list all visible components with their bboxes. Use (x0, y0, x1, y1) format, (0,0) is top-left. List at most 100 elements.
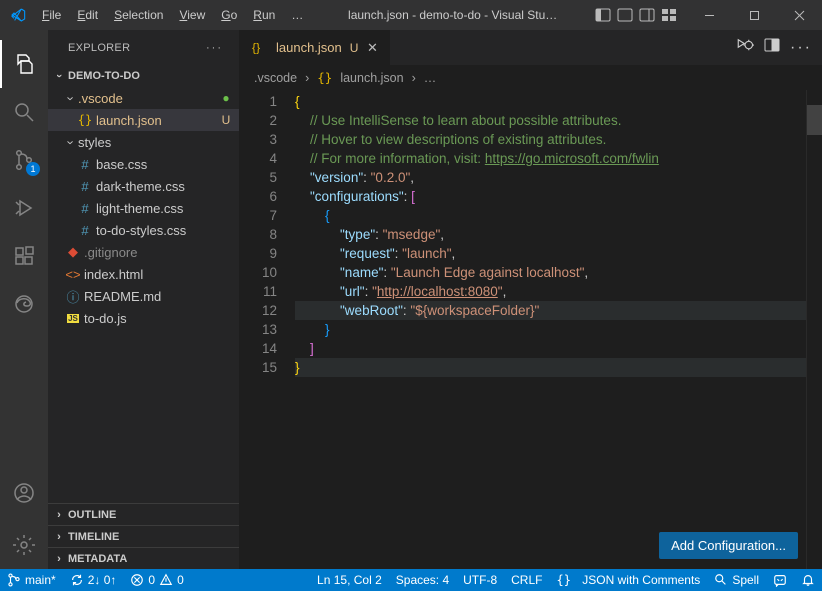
chevron-right-icon: › (52, 553, 66, 565)
menu-run[interactable]: Run (246, 4, 282, 26)
file-light-theme-css[interactable]: #light-theme.css (48, 197, 239, 219)
menu-…[interactable]: … (284, 4, 310, 26)
chevron-right-icon: › (52, 509, 66, 521)
status-indent[interactable]: Spaces: 4 (389, 569, 456, 591)
menu-selection[interactable]: Selection (107, 4, 170, 26)
breadcrumb[interactable]: .vscode › {} launch.json › … (240, 65, 822, 90)
tree-item-label: styles (78, 135, 233, 150)
folder--vscode[interactable]: ›.vscode● (48, 87, 239, 109)
layout-grid-icon[interactable] (661, 7, 677, 23)
tabs-bar: {} launch.json U ✕ ··· (240, 30, 822, 65)
activity-edge-icon[interactable] (0, 280, 48, 328)
close-icon[interactable]: ✕ (364, 40, 380, 56)
js-icon: JS (64, 314, 82, 323)
editor-group: {} launch.json U ✕ ··· .vscode › {} laun… (240, 30, 822, 569)
menu-view[interactable]: View (172, 4, 212, 26)
menu-file[interactable]: File (35, 4, 68, 26)
activity-extensions-icon[interactable] (0, 232, 48, 280)
json-file-icon: {} (250, 40, 268, 55)
status-cursor[interactable]: Ln 15, Col 2 (310, 569, 389, 591)
editor-more-icon[interactable]: ··· (790, 39, 812, 57)
file-base-css[interactable]: #base.css (48, 153, 239, 175)
status-bell-icon[interactable] (794, 569, 822, 591)
titlebar: FileEditSelectionViewGoRun… launch.json … (0, 0, 822, 30)
file-index-html[interactable]: <>index.html (48, 263, 239, 285)
split-editor-icon[interactable] (764, 37, 780, 58)
folder-styles[interactable]: ›styles (48, 131, 239, 153)
section-metadata[interactable]: ›METADATA (48, 547, 239, 569)
panel-right-off-icon[interactable] (639, 7, 655, 23)
section-outline[interactable]: ›OUTLINE (48, 503, 239, 525)
status-encoding[interactable]: UTF-8 (456, 569, 504, 591)
run-debug-icon[interactable] (736, 37, 754, 58)
hash-icon: # (76, 223, 94, 238)
tree-item-label: .gitignore (84, 245, 233, 260)
minimap[interactable] (806, 90, 822, 569)
status-eol[interactable]: CRLF (504, 569, 549, 591)
activity-account-icon[interactable] (0, 469, 48, 517)
tree-item-label: launch.json (96, 113, 215, 128)
file--gitignore[interactable]: ◆.gitignore (48, 241, 239, 263)
tree-item-label: to-do.js (84, 311, 233, 326)
status-language[interactable]: {} JSON with Comments (549, 569, 707, 591)
hash-icon: # (76, 157, 94, 172)
folder-root[interactable]: › DEMO-TO-DO (48, 65, 239, 87)
panel-left-icon[interactable] (595, 7, 611, 23)
sidebar-more-icon[interactable]: ··· (206, 42, 223, 54)
file-launch-json[interactable]: {}launch.json U (48, 109, 239, 131)
code-body[interactable]: { // Use IntelliSense to learn about pos… (295, 90, 806, 569)
git-decor: U (219, 113, 233, 127)
tree-item-label: README.md (84, 289, 233, 304)
panel-bottom-icon[interactable] (617, 7, 633, 23)
minimize-button[interactable] (687, 0, 732, 30)
tab-launch-json[interactable]: {} launch.json U ✕ (240, 30, 391, 65)
braces-icon: {} (76, 113, 94, 127)
menubar: FileEditSelectionViewGoRun… (35, 4, 310, 26)
window-title: launch.json - demo-to-do - Visual Stu… (320, 8, 585, 22)
close-button[interactable] (777, 0, 822, 30)
file-README-md[interactable]: ⓘREADME.md (48, 285, 239, 307)
activity-settings-icon[interactable] (0, 521, 48, 569)
activity-search-icon[interactable] (0, 88, 48, 136)
tab-label: launch.json (276, 40, 342, 55)
maximize-button[interactable] (732, 0, 777, 30)
file-dark-theme-css[interactable]: #dark-theme.css (48, 175, 239, 197)
chevron-right-icon: › (412, 71, 416, 85)
status-branch[interactable]: main* (0, 569, 63, 591)
status-problems[interactable]: 0 0 (123, 569, 190, 591)
chevron-right-icon: › (52, 531, 66, 543)
code-area[interactable]: 123456789101112131415 { // Use IntelliSe… (240, 90, 822, 569)
menu-go[interactable]: Go (214, 4, 244, 26)
root-folder-label: DEMO-TO-DO (68, 70, 140, 82)
titlebar-right (595, 0, 822, 30)
sidebar-header: EXPLORER ··· (48, 30, 239, 65)
editor-layout-icons[interactable] (595, 7, 677, 23)
breadcrumb-file[interactable]: launch.json (340, 71, 403, 85)
line-gutter: 123456789101112131415 (240, 90, 295, 569)
file-tree: ›.vscode●{}launch.jsonU›styles#base.css#… (48, 87, 239, 503)
sidebar: EXPLORER ··· › DEMO-TO-DO ›.vscode●{}lau… (48, 30, 240, 569)
scm-badge: 1 (26, 162, 40, 176)
chevron-down-icon: › (53, 69, 65, 83)
add-configuration-button[interactable]: Add Configuration... (659, 532, 798, 559)
chevron-icon: › (64, 135, 79, 149)
activity-explorer-icon[interactable] (0, 40, 48, 88)
activity-debug-icon[interactable] (0, 184, 48, 232)
tree-item-label: light-theme.css (96, 201, 233, 216)
sidebar-title: EXPLORER (68, 42, 130, 54)
minimap-slider[interactable] (807, 105, 822, 135)
file-to-do-styles-css[interactable]: #to-do-styles.css (48, 219, 239, 241)
status-feedback-icon[interactable] (766, 569, 794, 591)
breadcrumb-folder[interactable]: .vscode (254, 71, 297, 85)
status-sync[interactable]: 2↓ 0↑ (63, 569, 124, 591)
breadcrumb-ellipsis[interactable]: … (424, 71, 437, 85)
section-timeline[interactable]: ›TIMELINE (48, 525, 239, 547)
vscode-logo (0, 7, 35, 23)
hash-icon: # (76, 201, 94, 216)
menu-edit[interactable]: Edit (70, 4, 105, 26)
chevron-icon: › (64, 91, 79, 105)
file-to-do-js[interactable]: JSto-do.js (48, 307, 239, 329)
json-file-icon: {} (317, 70, 332, 85)
status-spell[interactable]: Spell (707, 569, 766, 591)
activity-scm-icon[interactable]: 1 (0, 136, 48, 184)
